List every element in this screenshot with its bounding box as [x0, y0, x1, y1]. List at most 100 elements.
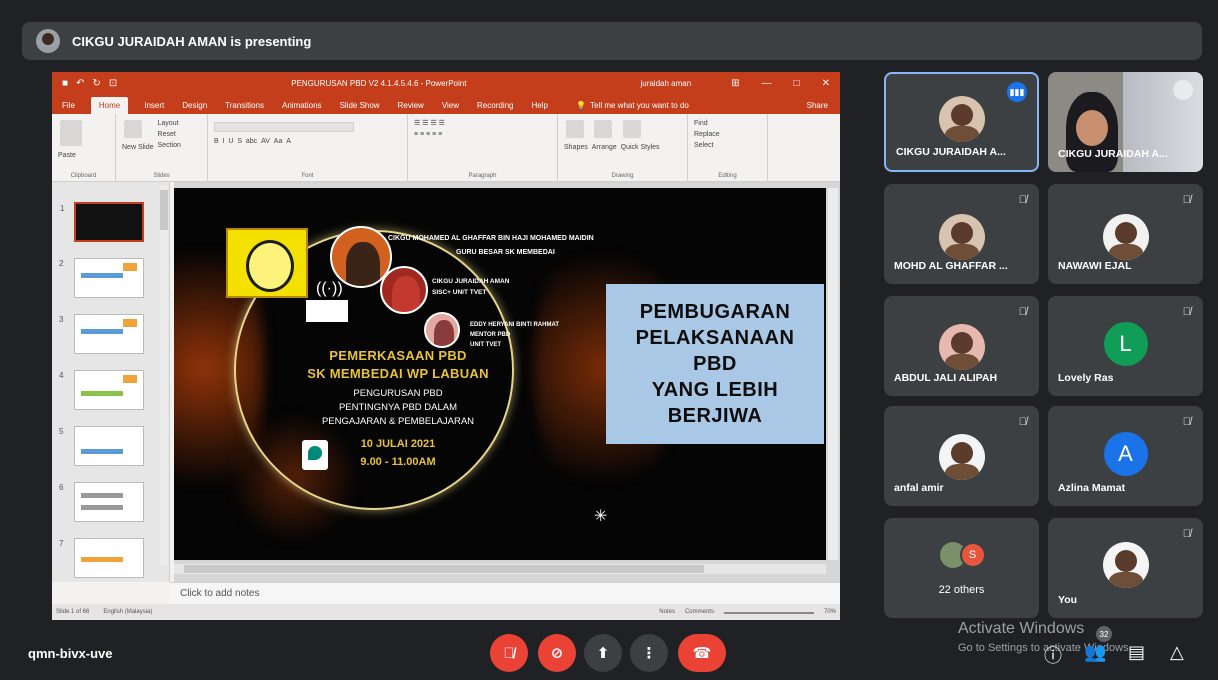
- participant-video-tile[interactable]: CIKGU JURAIDAH A...: [1048, 72, 1203, 172]
- leave-call-button[interactable]: ☎: [678, 634, 726, 672]
- tell-me-text: Tell me what you want to do: [590, 101, 689, 110]
- show-everyone-button[interactable]: 👥: [1084, 642, 1106, 663]
- avatar: [938, 96, 985, 142]
- participant-tile[interactable]: 🎙̸ A Azlina Mamat: [1048, 406, 1203, 506]
- participant-name: NAWAWI EJAL: [1058, 260, 1132, 272]
- more-options-button[interactable]: ⋮: [630, 634, 668, 672]
- avatar: [938, 434, 985, 480]
- font-name-box: [214, 122, 354, 132]
- speaking-icon: ▮▮▮: [1007, 82, 1027, 102]
- participant-name: You: [1058, 594, 1078, 606]
- section-label: Section: [157, 142, 181, 149]
- editing-group: Find Replace Select Editing: [688, 114, 768, 181]
- present-now-button[interactable]: ⬆: [584, 634, 622, 672]
- avatar: [1102, 214, 1149, 260]
- mic-status-icon: [1173, 80, 1193, 100]
- avatar: [938, 214, 985, 260]
- participant-tile[interactable]: ▮▮▮ CIKGU JURAIDAH A...: [884, 72, 1039, 172]
- others-count: 22 others: [938, 584, 985, 596]
- current-slide: ((·)) CIKGU MOHAMED AL GHAFFAR BIN HAJI …: [174, 188, 826, 560]
- logo-box: [306, 300, 348, 322]
- tab-recording: Recording: [477, 101, 514, 110]
- more-vert-icon: ⋮: [641, 645, 657, 662]
- thumbnail-5: 5: [59, 426, 144, 466]
- slide-scrollbar: [828, 188, 838, 560]
- slide-text: PENGURUSAN PBD: [353, 388, 443, 399]
- slide-text: SISC+ UNIT TVET: [432, 289, 487, 296]
- powerpoint-body: 1 2 3 4 5 6 7 ((·)) CIKGU MOHAMED AL GHA…: [52, 182, 840, 620]
- clipboard-group: Paste Clipboard: [52, 114, 116, 181]
- paste-icon: [60, 120, 82, 146]
- info-icon: ⓘ: [1044, 646, 1062, 666]
- participant-count-badge: 32: [1096, 626, 1112, 642]
- presenting-text: CIKGU JURAIDAH AMAN is presenting: [72, 33, 312, 49]
- participant-tile[interactable]: 🎙̸ L Lovely Ras: [1048, 296, 1203, 396]
- notes-toggle: Notes: [659, 609, 675, 615]
- arrange-label: Arrange: [591, 144, 617, 151]
- slide-number: 7: [59, 539, 64, 548]
- activities-icon: △: [1170, 642, 1184, 662]
- tab-slide-show: Slide Show: [339, 101, 380, 110]
- title-box: PEMBUGARAN PELAKSANAAN PBD YANG LEBIH BE…: [606, 284, 824, 444]
- activities-button[interactable]: △: [1170, 642, 1184, 663]
- tab-review: Review: [397, 101, 424, 110]
- close-icon: ✕: [821, 77, 830, 89]
- shapes-icon: [566, 120, 584, 138]
- participant-name: CIKGU JURAIDAH A...: [896, 146, 1006, 158]
- mic-off-icon: 🎙̸: [503, 644, 515, 662]
- meeting-code: qmn-bivx-uve: [28, 646, 113, 661]
- new-slide-label: New Slide: [122, 144, 154, 151]
- mic-toggle-button[interactable]: 🎙̸: [490, 634, 528, 672]
- document-title: PENGURUSAN PBD V2 4.1.4.5.4.6 - PowerPoi…: [291, 78, 467, 88]
- present-icon: ⬆: [596, 645, 610, 662]
- slide-date: 10 JULAI 2021: [360, 438, 436, 450]
- shapes-label: Shapes: [564, 144, 588, 151]
- paste-label: Paste: [58, 152, 76, 159]
- quick-styles-label: Quick Styles: [620, 144, 660, 151]
- mic-off-icon: 🎙̸: [1182, 306, 1191, 318]
- slide-editor: ((·)) CIKGU MOHAMED AL GHAFFAR BIN HAJI …: [174, 182, 840, 582]
- meeting-details-button[interactable]: ⓘ: [1044, 642, 1062, 668]
- mic-off-icon: 🎙̸: [1182, 194, 1191, 206]
- participant-tile[interactable]: 🎙̸ anfal amir: [884, 406, 1039, 506]
- self-tile[interactable]: 🎙̸ You: [1048, 518, 1203, 618]
- tab-file: File: [62, 101, 75, 110]
- participant-name: ABDUL JALI ALIPAH: [894, 372, 998, 384]
- ribbon: Paste Clipboard New Slide Layout Reset S…: [52, 114, 840, 182]
- participant-name: Lovely Ras: [1058, 372, 1114, 384]
- participant-name: CIKGU JURAIDAH A...: [1058, 148, 1168, 160]
- avatar-initial: L: [1103, 322, 1148, 366]
- slides-group: New Slide Layout Reset Section Slides: [116, 114, 208, 181]
- share-button: Share: [806, 101, 828, 110]
- zoom-slider: [723, 612, 814, 614]
- slide-text: PENGAJARAN & PEMBELAJARAN: [321, 416, 475, 427]
- zoom-level: 70%: [823, 609, 836, 615]
- thumbnail-6: 6: [59, 482, 144, 522]
- slide-number: 3: [59, 315, 64, 324]
- tab-help: Help: [531, 101, 548, 110]
- font-format-icons: B I U S abc AV Aa A: [214, 138, 291, 145]
- participant-name: MOHD AL GHAFFAR ...: [894, 260, 1008, 272]
- slide-text: MENTOR PBD: [470, 332, 511, 338]
- title-line: BERJIWA: [667, 405, 763, 427]
- mic-off-icon: 🎙̸: [1018, 416, 1027, 428]
- arrange-icon: [593, 120, 612, 138]
- maximize-icon: □: [793, 77, 800, 89]
- reset-label: Reset: [157, 131, 176, 138]
- find-label: Find: [694, 120, 708, 127]
- replace-label: Replace: [694, 131, 720, 138]
- font-label: Font: [301, 173, 314, 179]
- slide-heading: PEMERKASAAN PBD: [329, 348, 467, 363]
- camera-toggle-button[interactable]: ⊘: [538, 634, 576, 672]
- avatar: [938, 324, 985, 370]
- others-tile[interactable]: S 22 others: [884, 518, 1039, 618]
- chat-button[interactable]: ▤: [1128, 642, 1145, 663]
- participant-name: anfal amir: [894, 482, 944, 494]
- mic-off-icon: 🎙̸: [1182, 416, 1191, 428]
- participant-tile[interactable]: 🎙̸ ABDUL JALI ALIPAH: [884, 296, 1039, 396]
- paragraph-label: Paragraph: [468, 173, 497, 179]
- participant-tile[interactable]: 🎙̸ MOHD AL GHAFFAR ...: [884, 184, 1039, 284]
- chat-icon: ▤: [1128, 642, 1146, 662]
- camera-off-icon: ⊘: [550, 645, 564, 662]
- participant-tile[interactable]: 🎙̸ NAWAWI EJAL: [1048, 184, 1203, 284]
